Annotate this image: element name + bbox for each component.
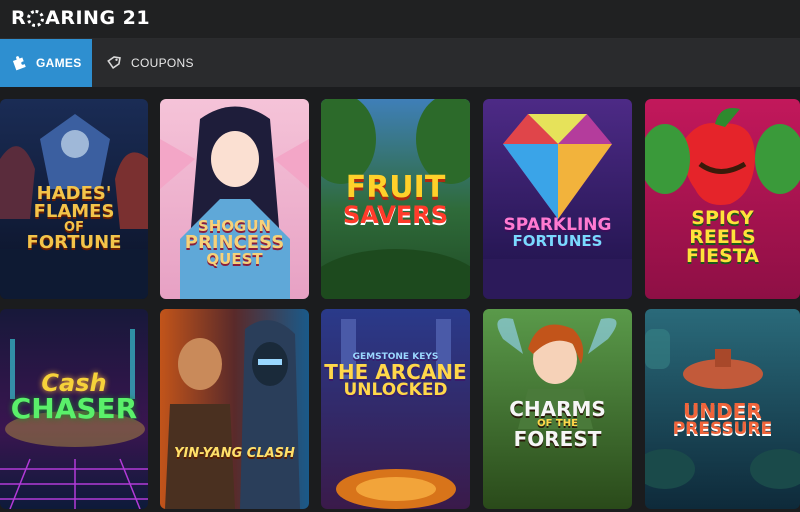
game-title-line: THE ARCANE	[324, 360, 467, 384]
game-title-line: FIESTA	[686, 245, 759, 267]
top-bar: R ARING 21	[0, 0, 800, 39]
game-title-line: UNLOCKED	[343, 380, 448, 400]
game-title-line: CHARMS	[509, 397, 606, 421]
game-artwork	[160, 309, 309, 509]
tab-coupons-label: COUPONS	[131, 56, 194, 70]
coupon-tag-icon	[107, 56, 121, 70]
game-tile[interactable]: SPICY REELS FIESTA	[645, 99, 800, 299]
game-tile[interactable]: FRUIT SAVERS	[321, 99, 470, 299]
game-title-line: FOREST	[513, 427, 602, 451]
game-artwork	[645, 99, 800, 299]
game-title-line: FRUIT	[345, 170, 446, 205]
game-tile[interactable]: HADES' FLAMES OF FORTUNE	[0, 99, 148, 299]
game-tile[interactable]: Cash CHASER	[0, 309, 148, 509]
game-tile[interactable]: SPARKLING FORTUNES	[483, 99, 632, 299]
game-artwork	[160, 99, 309, 299]
logo-text-suffix: ARING 21	[45, 7, 151, 29]
site-logo[interactable]: R ARING 21	[11, 6, 150, 30]
game-title-line: HADES' FLAMES	[33, 183, 115, 222]
tab-games[interactable]: GAMES	[0, 39, 92, 87]
game-title-line: QUEST	[206, 250, 263, 268]
game-artwork	[321, 309, 470, 509]
game-grid: HADES' FLAMES OF FORTUNE SHOGUN PRINCESS…	[0, 87, 800, 512]
game-title-line: UNDER	[683, 399, 762, 423]
logo-text-prefix: R	[11, 7, 27, 29]
game-title-line: FORTUNE	[26, 232, 122, 253]
game-tile[interactable]: SHOGUN PRINCESS QUEST	[160, 99, 309, 299]
game-tile[interactable]: GEMSTONE KEYS THE ARCANE UNLOCKED	[321, 309, 470, 509]
poker-chip-icon	[27, 9, 45, 27]
games-puzzle-icon	[12, 56, 26, 71]
tab-games-label: GAMES	[36, 56, 82, 70]
game-tile[interactable]: YIN-YANG CLASH	[160, 309, 309, 509]
game-title-line: FORTUNES	[512, 232, 603, 250]
game-tile[interactable]: UNDER PRESSURE	[645, 309, 800, 509]
game-title-line: SAVERS	[343, 201, 448, 229]
category-nav: GAMES COUPONS	[0, 39, 800, 87]
game-title-line: PRESSURE	[672, 419, 773, 439]
game-title-line: CHASER	[10, 392, 138, 425]
game-title-line: YIN-YANG CLASH	[174, 446, 295, 461]
game-tile[interactable]: CHARMS OF THE FOREST	[483, 309, 632, 509]
tab-coupons[interactable]: COUPONS	[102, 39, 194, 87]
game-artwork	[483, 99, 632, 299]
